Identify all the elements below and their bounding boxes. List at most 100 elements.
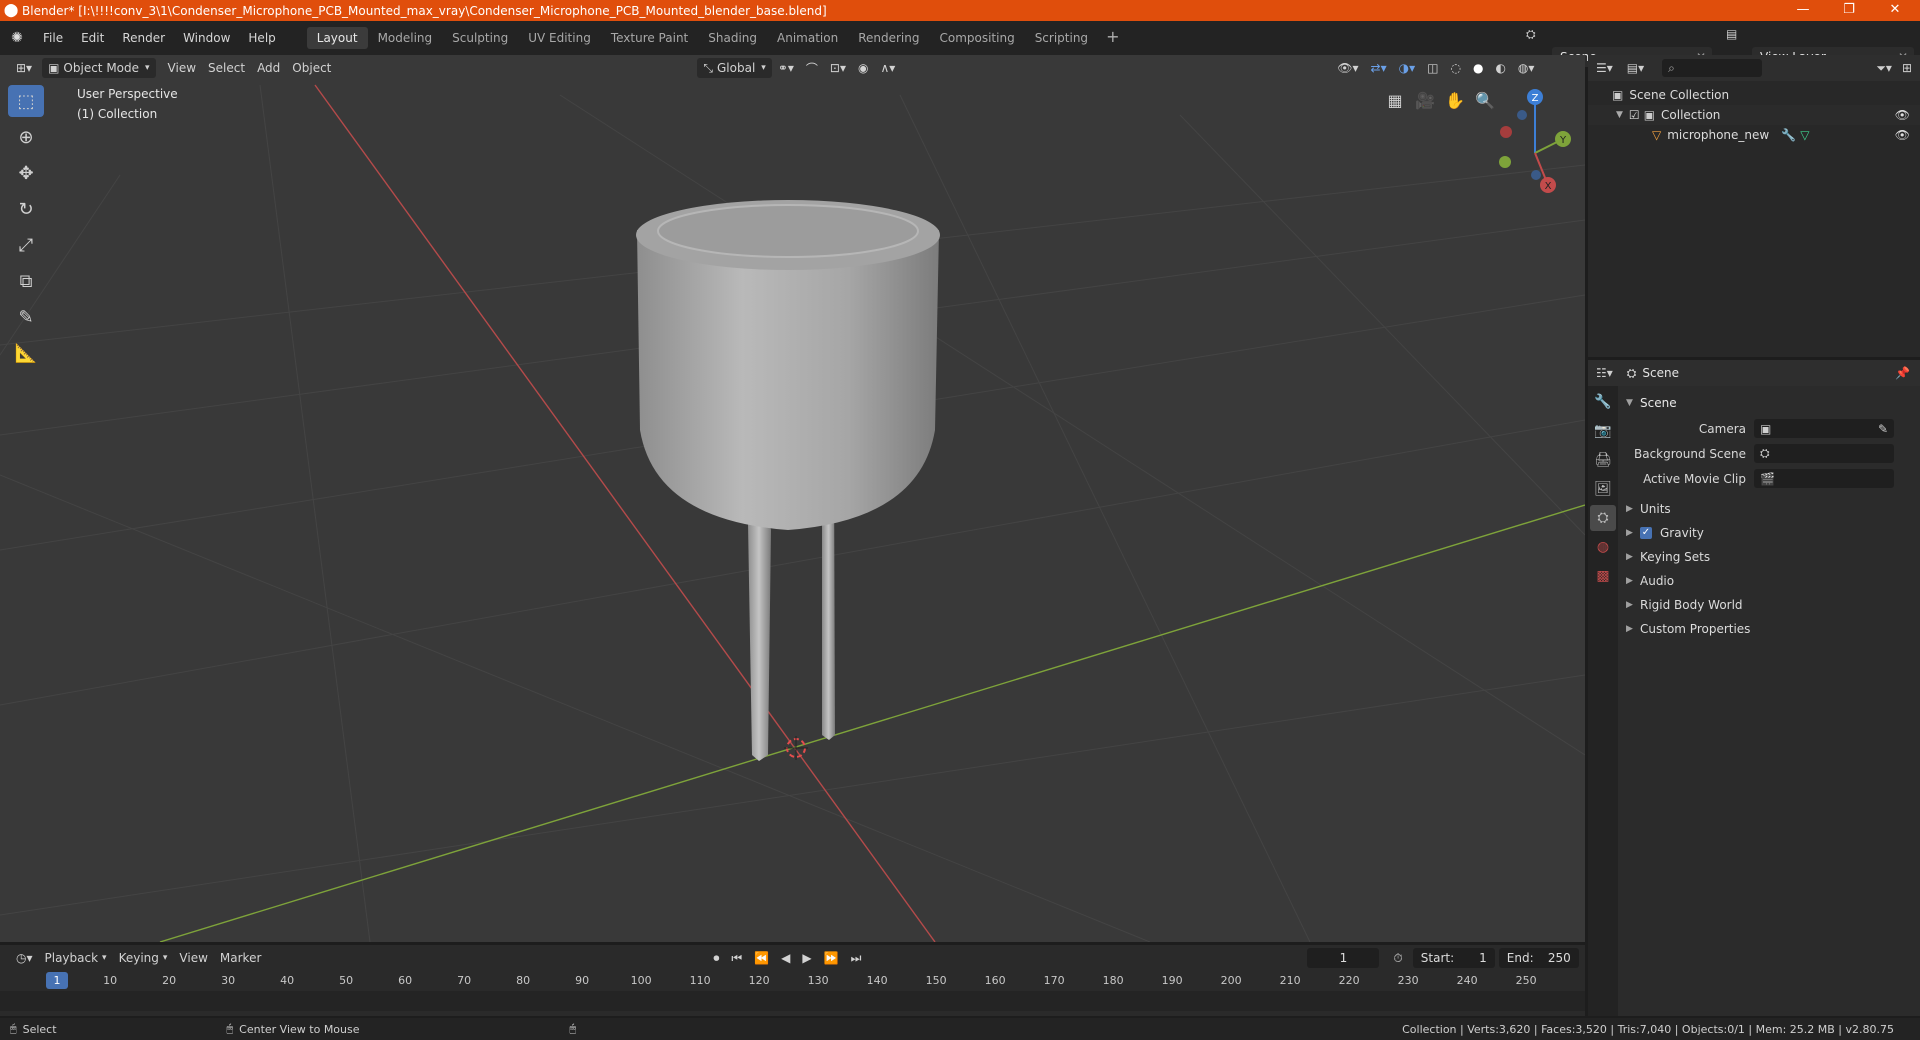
tool-tab-icon[interactable]: 🔧 xyxy=(1590,389,1616,415)
tab-texture-paint[interactable]: Texture Paint xyxy=(601,27,698,49)
eye-icon[interactable]: 👁 xyxy=(1895,128,1910,142)
view-layer-tab-icon[interactable]: 🖼 xyxy=(1590,476,1616,502)
select-box-tool-icon[interactable]: ⬚ xyxy=(8,85,44,117)
render-tab-icon[interactable]: 📷 xyxy=(1590,418,1616,444)
outliner-row-scene-collection[interactable]: ▣ Scene Collection xyxy=(1588,85,1920,105)
tab-scripting[interactable]: Scripting xyxy=(1025,27,1098,49)
snap-icon[interactable]: ⌒ xyxy=(800,58,824,78)
grid-view-icon[interactable]: ▦ xyxy=(1380,85,1410,115)
outliner-editor-icon[interactable]: ☰▾ xyxy=(1596,61,1613,75)
next-keyframe-icon[interactable]: ⏩ xyxy=(818,948,845,968)
menu-marker[interactable]: Marker xyxy=(214,948,267,968)
rigid-body-world-panel[interactable]: ▶ Rigid Body World xyxy=(1620,593,1920,617)
rotate-tool-icon[interactable]: ↻ xyxy=(8,193,44,225)
timeline-ruler[interactable]: 1102030405060708090100110120130140150160… xyxy=(0,971,1585,991)
snap-target-icon[interactable]: ⊡▾ xyxy=(824,58,852,78)
3d-cursor-icon[interactable] xyxy=(784,736,808,760)
tab-modeling[interactable]: Modeling xyxy=(368,27,443,49)
prev-keyframe-icon[interactable]: ⏪ xyxy=(748,948,775,968)
mesh-data-icon[interactable]: ▽ xyxy=(1800,128,1809,142)
tab-shading[interactable]: Shading xyxy=(698,27,767,49)
scale-tool-icon[interactable]: ⤢ xyxy=(8,229,44,261)
menu-help[interactable]: Help xyxy=(239,31,284,45)
new-collection-icon[interactable]: ⊞ xyxy=(1902,61,1912,75)
scene-tab-icon[interactable]: ⛭ xyxy=(1590,505,1616,531)
menu-window[interactable]: Window xyxy=(174,31,239,45)
tab-uv-editing[interactable]: UV Editing xyxy=(518,27,601,49)
tab-layout[interactable]: Layout xyxy=(306,27,368,49)
active-movie-clip-field[interactable]: 🎬 xyxy=(1754,469,1894,488)
jump-end-icon[interactable]: ⏭ xyxy=(845,948,868,968)
gravity-checkbox[interactable]: ✓ xyxy=(1640,527,1652,539)
timeline-track[interactable] xyxy=(0,991,1585,1011)
eye-icon[interactable]: 👁 xyxy=(1895,108,1910,122)
transform-tool-icon[interactable]: ⧉ xyxy=(8,265,44,297)
menu-timeline-view[interactable]: View xyxy=(173,948,213,968)
navigation-gizmo[interactable]: Z Y X xyxy=(1499,89,1571,193)
proportional-edit-icon[interactable]: ◉ xyxy=(852,58,874,78)
gizmo-toggle-icon[interactable]: ⇄▾ xyxy=(1365,58,1393,78)
xray-toggle-icon[interactable]: ◫ xyxy=(1421,58,1444,78)
solid-shading-icon[interactable]: ● xyxy=(1467,58,1489,78)
timeline-playhead[interactable]: 1 xyxy=(46,972,68,989)
3d-viewport[interactable]: Z Y X ⊞▾ ▣ Object Mode ▾ View Select Add… xyxy=(0,55,1585,942)
units-panel[interactable]: ▶ Units xyxy=(1620,497,1920,521)
microphone-capsule-body[interactable] xyxy=(637,230,939,530)
menu-keying[interactable]: Keying ▾ xyxy=(113,948,174,968)
transform-orientation-selector[interactable]: ⤡ Global ▾ xyxy=(697,58,772,78)
menu-playback[interactable]: Playback ▾ xyxy=(39,948,113,968)
editor-type-icon[interactable]: ⊞▾ xyxy=(10,58,38,78)
restore-button[interactable]: ❐ xyxy=(1826,0,1872,21)
menu-add[interactable]: Add xyxy=(251,58,286,78)
overlay-toggle-icon[interactable]: ◑▾ xyxy=(1393,58,1422,78)
modifier-wrench-icon[interactable]: 🔧 xyxy=(1781,128,1796,142)
annotate-tool-icon[interactable]: ✎ xyxy=(8,301,44,333)
tab-rendering[interactable]: Rendering xyxy=(848,27,929,49)
camera-view-icon[interactable]: 🎥 xyxy=(1410,85,1440,115)
world-tab-icon[interactable]: ◍ xyxy=(1590,534,1616,560)
mode-selector[interactable]: ▣ Object Mode ▾ xyxy=(42,58,156,78)
tab-animation[interactable]: Animation xyxy=(767,27,848,49)
outliner-row-microphone-new[interactable]: ▽ microphone_new 🔧 ▽ 👁 xyxy=(1588,125,1920,145)
custom-properties-panel[interactable]: ▶ Custom Properties xyxy=(1620,617,1920,641)
measure-tool-icon[interactable]: 📐 xyxy=(8,337,44,369)
close-button[interactable]: ✕ xyxy=(1872,0,1918,21)
rendered-shading-icon[interactable]: ◍▾ xyxy=(1512,58,1541,78)
current-frame-field[interactable]: 1 xyxy=(1307,948,1380,968)
checkbox-icon[interactable]: ☑ xyxy=(1629,108,1640,122)
eyedropper-icon[interactable]: ✎ xyxy=(1878,422,1888,436)
cursor-tool-icon[interactable]: ⊕ xyxy=(8,121,44,153)
output-tab-icon[interactable]: 🖨 xyxy=(1590,447,1616,473)
display-mode-icon[interactable]: ▤▾ xyxy=(1627,61,1644,75)
properties-editor-icon[interactable]: ☷▾ xyxy=(1596,366,1613,380)
tab-compositing[interactable]: Compositing xyxy=(929,27,1024,49)
menu-file[interactable]: File xyxy=(34,31,72,45)
pivot-point-icon[interactable]: ⚭▾ xyxy=(772,58,800,78)
menu-view[interactable]: View xyxy=(162,58,202,78)
timeline-editor-icon[interactable]: ◷▾ xyxy=(10,948,39,968)
menu-edit[interactable]: Edit xyxy=(72,31,113,45)
blender-menu-icon[interactable]: ✺ xyxy=(0,30,34,46)
pan-hand-icon[interactable]: ✋ xyxy=(1440,85,1470,115)
play-icon[interactable]: ▶ xyxy=(796,948,817,968)
end-frame-field[interactable]: End: 250 xyxy=(1498,948,1579,968)
keying-sets-panel[interactable]: ▶ Keying Sets xyxy=(1620,545,1920,569)
zoom-icon[interactable]: 🔍 xyxy=(1470,85,1500,115)
material-shading-icon[interactable]: ◐ xyxy=(1489,58,1511,78)
menu-render[interactable]: Render xyxy=(113,31,174,45)
outliner-search-input[interactable]: ⌕ xyxy=(1662,59,1763,77)
visibility-icon[interactable]: 👁▾ xyxy=(1331,58,1364,78)
jump-start-icon[interactable]: ⏮ xyxy=(725,948,748,968)
expand-triangle-icon[interactable]: ▼ xyxy=(1616,110,1623,120)
texture-tab-icon[interactable]: ▩ xyxy=(1590,563,1616,589)
filter-icon[interactable]: ⏷▾ xyxy=(1876,61,1892,76)
view-layer-icon[interactable]: ▤ xyxy=(1726,27,1737,41)
minimize-button[interactable]: — xyxy=(1780,0,1826,21)
outliner-row-collection[interactable]: ▼ ☑ ▣ Collection 👁 xyxy=(1588,105,1920,125)
move-tool-icon[interactable]: ✥ xyxy=(8,157,44,189)
gravity-panel[interactable]: ▶ ✓ Gravity xyxy=(1620,521,1920,545)
play-reverse-icon[interactable]: ◀ xyxy=(775,948,796,968)
menu-select[interactable]: Select xyxy=(202,58,251,78)
background-scene-field[interactable]: ⛭ xyxy=(1754,444,1894,463)
start-frame-field[interactable]: Start: 1 xyxy=(1412,948,1495,968)
